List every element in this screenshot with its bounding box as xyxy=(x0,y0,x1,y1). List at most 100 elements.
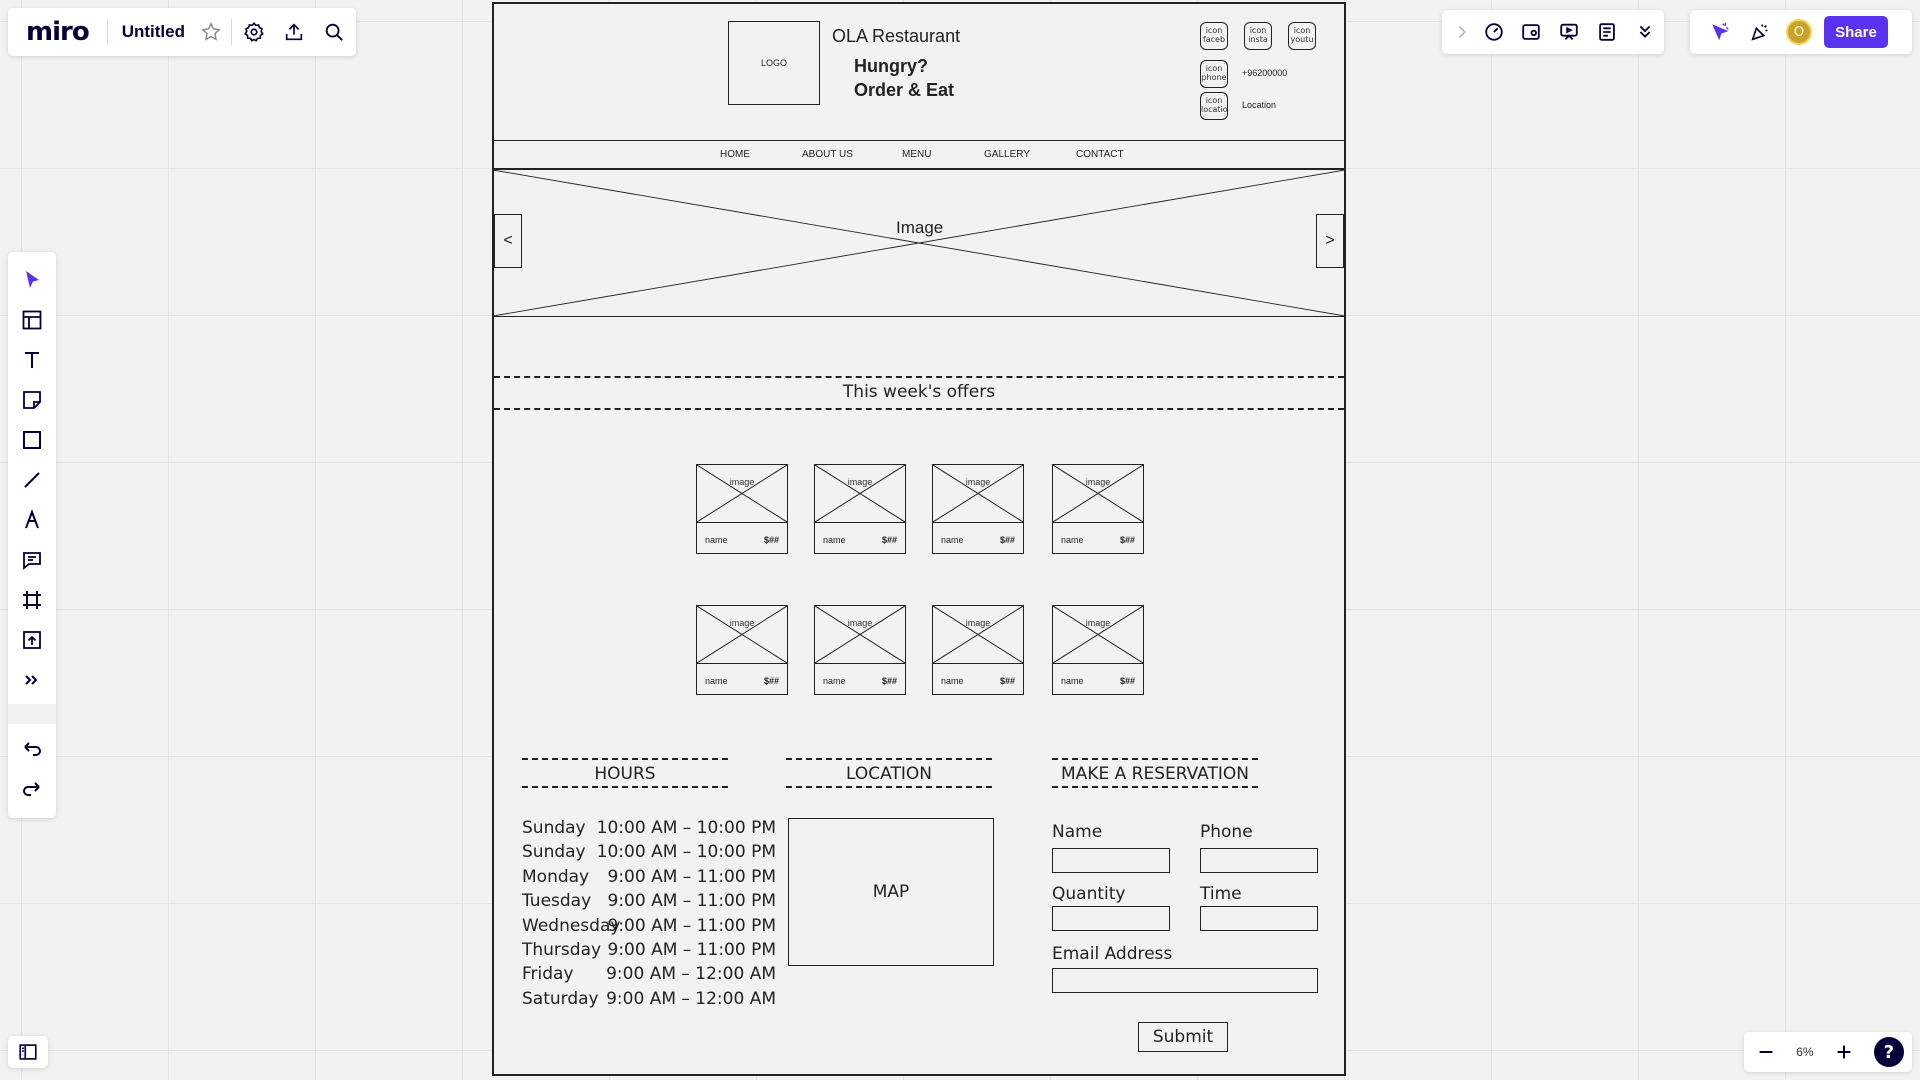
offer-name: name xyxy=(823,535,846,545)
offer-card[interactable]: image name $## xyxy=(1052,605,1144,695)
submit-button[interactable]: Submit xyxy=(1138,1022,1228,1052)
more-chevrons-icon[interactable] xyxy=(1626,12,1664,52)
zoom-controls: 6% ? xyxy=(1744,1032,1912,1072)
sticky-note-icon[interactable] xyxy=(12,380,52,420)
help-button[interactable]: ? xyxy=(1873,1037,1904,1067)
quantity-field[interactable] xyxy=(1052,906,1170,931)
hours-time: 9:00 AM – 12:00 AM xyxy=(606,964,776,985)
chevron-right-icon[interactable] xyxy=(1450,12,1475,52)
facebook-icon[interactable]: icon faceb xyxy=(1200,22,1228,50)
name-label: Name xyxy=(1052,822,1103,842)
offer-name: name xyxy=(823,676,846,686)
nav-about-us[interactable]: ABOUT US xyxy=(802,149,853,160)
comment-icon[interactable] xyxy=(12,540,52,580)
upload-icon[interactable] xyxy=(12,620,52,660)
offer-card[interactable]: image name $## xyxy=(932,605,1024,695)
logo-placeholder[interactable]: LOGO xyxy=(728,21,820,105)
phone-number[interactable]: +96200000 xyxy=(1242,68,1287,78)
redo-icon[interactable] xyxy=(12,768,52,808)
carousel-next-button[interactable]: > xyxy=(1316,214,1344,268)
location-icon[interactable]: icon locatio xyxy=(1200,92,1228,120)
offers-title[interactable]: This week's offers xyxy=(494,382,1344,402)
hours-divider-top xyxy=(522,758,728,760)
offer-image-placeholder: image xyxy=(697,465,787,523)
offer-name: name xyxy=(1061,676,1084,686)
pen-tool-icon[interactable] xyxy=(12,500,52,540)
hero-image-placeholder[interactable] xyxy=(493,169,1345,317)
more-tools-icon[interactable] xyxy=(12,660,52,700)
offer-card[interactable]: image name $## xyxy=(696,605,788,695)
text-tool-icon[interactable] xyxy=(12,340,52,380)
cursor-follow-icon[interactable] xyxy=(1700,12,1740,52)
notes-icon[interactable] xyxy=(1588,12,1626,52)
templates-icon[interactable] xyxy=(12,300,52,340)
board-title[interactable]: Untitled xyxy=(122,22,185,42)
select-cursor-icon[interactable] xyxy=(12,260,52,300)
zoom-in-icon[interactable] xyxy=(1830,1032,1858,1072)
offer-card[interactable]: image name $## xyxy=(814,605,906,695)
frame-icon[interactable] xyxy=(12,580,52,620)
email-field[interactable] xyxy=(1052,968,1318,993)
offer-card[interactable]: image name $## xyxy=(696,464,788,554)
map-placeholder[interactable]: MAP xyxy=(788,818,994,966)
user-avatar[interactable]: O xyxy=(1786,19,1812,45)
search-icon[interactable] xyxy=(314,12,354,52)
hours-title[interactable]: HOURS xyxy=(522,764,728,784)
phone-field[interactable] xyxy=(1200,848,1318,873)
placeholder-cross xyxy=(697,465,787,522)
time-field[interactable] xyxy=(1200,906,1318,931)
youtube-icon[interactable]: icon youtu xyxy=(1288,22,1316,50)
offer-price: $## xyxy=(763,535,779,545)
tagline-line1[interactable]: Hungry? xyxy=(854,56,928,77)
tagline-line2[interactable]: Order & Eat xyxy=(854,80,954,101)
restaurant-name[interactable]: OLA Restaurant xyxy=(832,26,960,47)
name-field[interactable] xyxy=(1052,848,1170,873)
offer-image-label: image xyxy=(729,477,755,487)
hours-time: 9:00 AM – 11:00 PM xyxy=(607,940,777,960)
reservation-title[interactable]: MAKE A RESERVATION xyxy=(1052,764,1258,784)
nav-menu[interactable]: MENU xyxy=(902,149,931,160)
undo-icon[interactable] xyxy=(12,728,52,768)
hours-day: Tuesday xyxy=(522,891,592,912)
phone-icon[interactable]: icon phone xyxy=(1200,60,1228,88)
offer-card[interactable]: image name $## xyxy=(932,464,1024,554)
upload-export-icon[interactable] xyxy=(274,12,314,52)
zoom-out-icon[interactable] xyxy=(1752,1032,1780,1072)
presentation-icon[interactable] xyxy=(1550,12,1588,52)
wireframe-frame[interactable]: LOGO OLA Restaurant Hungry? Order & Eat … xyxy=(492,2,1346,1076)
card-add-icon[interactable] xyxy=(1513,12,1551,52)
hours-day: Sunday xyxy=(522,818,586,838)
offer-image-placeholder: image xyxy=(933,606,1023,664)
location-divider-top xyxy=(786,758,992,760)
time-label: Time xyxy=(1200,884,1242,904)
offer-image-placeholder: image xyxy=(697,606,787,664)
offer-image-label: image xyxy=(965,618,991,628)
line-tool-icon[interactable] xyxy=(12,460,52,500)
offer-card[interactable]: image name $## xyxy=(1052,464,1144,554)
placeholder-cross xyxy=(1053,606,1143,663)
hours-time: 9:00 AM – 11:00 PM xyxy=(607,866,777,887)
location-text[interactable]: Location xyxy=(1242,100,1276,110)
shape-rectangle-icon[interactable] xyxy=(12,420,52,460)
offer-image-label: image xyxy=(965,477,991,487)
miro-logo[interactable]: miro xyxy=(26,17,90,47)
instagram-icon[interactable]: icon insta xyxy=(1244,22,1272,50)
settings-gear-icon[interactable] xyxy=(234,12,274,52)
nav-contact[interactable]: CONTACT xyxy=(1076,149,1124,160)
location-title[interactable]: LOCATION xyxy=(786,764,992,784)
board-panel-toggle[interactable] xyxy=(8,1036,48,1068)
nav-gallery[interactable]: GALLERY xyxy=(984,149,1030,160)
offer-name: name xyxy=(941,535,964,545)
share-button[interactable]: Share xyxy=(1824,16,1888,48)
nav-home[interactable]: HOME xyxy=(720,149,750,160)
carousel-prev-button[interactable]: < xyxy=(494,214,522,268)
offer-name: name xyxy=(941,676,964,686)
celebrate-icon[interactable] xyxy=(1740,12,1780,52)
zoom-level[interactable]: 6% xyxy=(1796,1045,1813,1059)
star-icon[interactable] xyxy=(191,12,231,52)
timer-icon[interactable] xyxy=(1475,12,1513,52)
offer-card[interactable]: image name $## xyxy=(814,464,906,554)
offers-divider-bottom xyxy=(494,408,1344,410)
toolbar-divider xyxy=(8,704,56,724)
offer-price: $## xyxy=(763,676,779,686)
